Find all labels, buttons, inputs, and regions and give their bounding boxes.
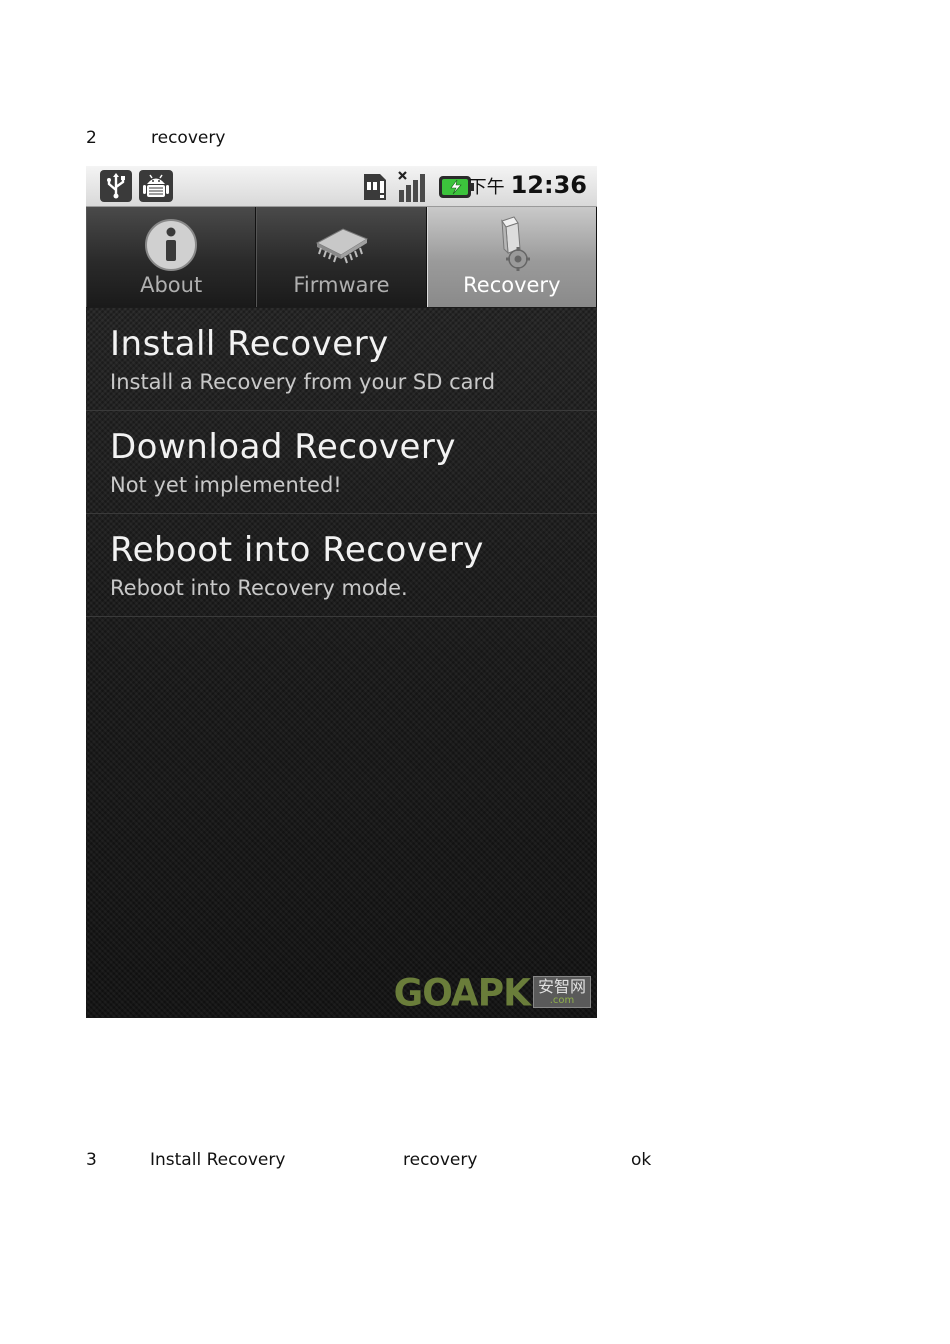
watermark-badge-text: 安智网: [537, 977, 586, 996]
step-number: 3: [86, 1150, 97, 1170]
list-item-title: Install Recovery: [110, 324, 389, 364]
list-item-title: Download Recovery: [110, 427, 456, 467]
tab-about[interactable]: About: [86, 207, 257, 307]
clock-ampm: 下午: [468, 177, 505, 198]
step-text-install-recovery: Install Recovery: [150, 1150, 286, 1170]
list-item-download-recovery[interactable]: Download Recovery Not yet implemented!: [86, 411, 597, 514]
tab-about-label: About: [140, 273, 203, 297]
list-item-subtitle: Reboot into Recovery mode.: [110, 576, 408, 600]
clock-time: 12:36: [510, 171, 587, 199]
signal-icon: [397, 170, 431, 208]
watermark-text: GOAPK: [393, 971, 531, 1016]
tab-firmware-label: Firmware: [293, 273, 390, 297]
usb-icon: [100, 170, 132, 206]
step-3-line: 3 Install Recovery recovery ok: [86, 1150, 686, 1170]
tab-recovery[interactable]: Recovery: [426, 207, 597, 307]
goapk-watermark: GOAPK 安智网 .com: [393, 971, 591, 1016]
tab-recovery-label: Recovery: [463, 273, 561, 297]
watermark-badge-sub: .com: [549, 995, 575, 1006]
tab-firmware[interactable]: Firmware: [256, 207, 427, 307]
chip-icon: [309, 221, 373, 271]
list-item-install-recovery[interactable]: Install Recovery Install a Recovery from…: [86, 308, 597, 411]
status-bar: 下午 12:36: [86, 166, 597, 207]
watermark-badge: 安智网 .com: [532, 976, 591, 1008]
phone-screenshot: 下午 12:36 About Firmware Recovery Install…: [86, 166, 597, 1018]
step-2-line: 2 recovery: [86, 128, 225, 148]
step-text-ok: ok: [631, 1150, 652, 1170]
recovery-icon: [488, 215, 536, 277]
step-text-recovery: recovery: [403, 1150, 478, 1170]
android-debug-icon: [139, 170, 173, 206]
list-item-subtitle: Not yet implemented!: [110, 473, 342, 497]
status-clock: 下午 12:36: [469, 171, 587, 199]
tab-bar: About Firmware Recovery: [86, 207, 597, 307]
step-number: 2: [86, 128, 97, 148]
recovery-options-list: Install Recovery Install a Recovery from…: [86, 308, 597, 1018]
sd-card-warning-icon: [360, 170, 390, 206]
list-item-reboot-into-recovery[interactable]: Reboot into Recovery Reboot into Recover…: [86, 514, 597, 617]
list-item-subtitle: Install a Recovery from your SD card: [110, 370, 496, 394]
info-icon: [143, 217, 199, 277]
step-text: recovery: [151, 128, 226, 148]
list-item-title: Reboot into Recovery: [110, 530, 484, 570]
